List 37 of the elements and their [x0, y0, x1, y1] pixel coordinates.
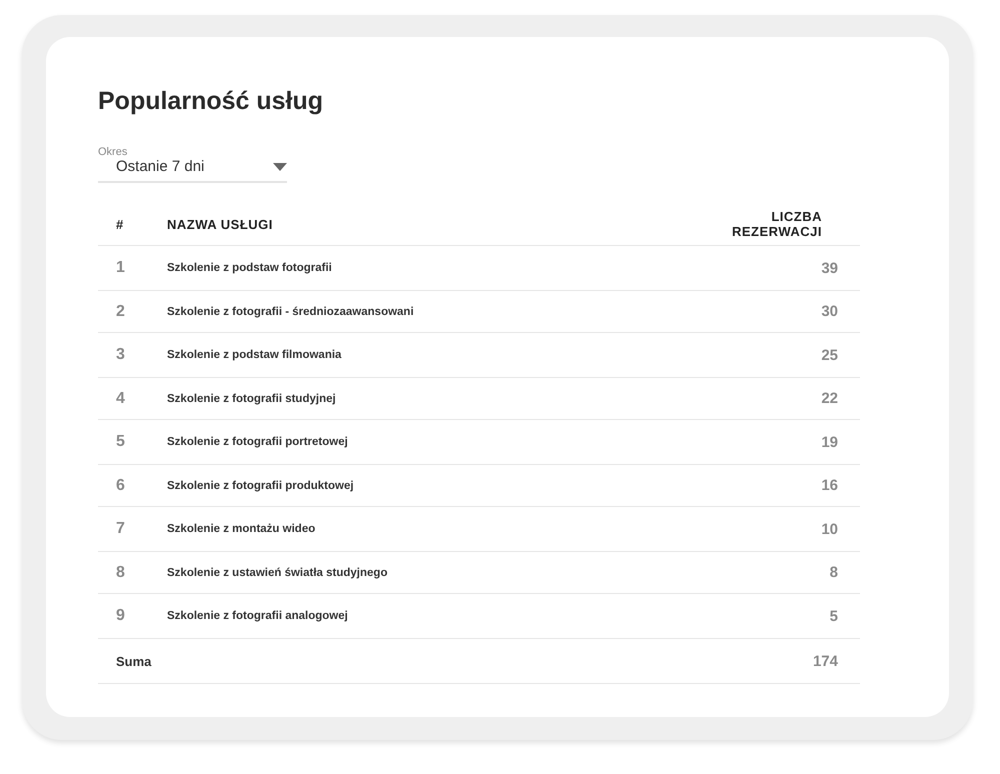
service-name-cell-text: Szkolenie z podstaw filmowania [167, 349, 342, 361]
service-name-cell-text: Szkolenie z ustawień światła studyjnego [167, 566, 388, 578]
select-label: Okres [98, 146, 128, 158]
rank-cell-text: 4 [115, 390, 126, 408]
count-cell-text: 30 [820, 303, 839, 320]
rank-cell-text: 7 [115, 520, 126, 538]
service-name-cell-text: Szkolenie z montażu wideo [167, 523, 316, 535]
dropdown-caret-icon [273, 162, 287, 170]
rank-cell-text: 6 [115, 476, 126, 494]
service-name-cell-text: Szkolenie z fotografii portretowej [167, 436, 349, 448]
service-name-cell-text: Szkolenie z podstaw fotografii [167, 262, 333, 274]
count-cell-text: 25 [820, 346, 839, 364]
count-cell-text: 39 [820, 260, 839, 276]
period-select[interactable]: Okres Ostanie 7 dni [98, 146, 287, 183]
rank-cell-text: 5 [115, 433, 126, 451]
service-name-cell-text: Szkolenie z fotografii produktowej [167, 480, 355, 492]
column-header: LICZBA REZERWACJI [731, 209, 823, 239]
column-header: # [115, 216, 125, 232]
count-cell-text: 19 [820, 434, 839, 450]
select-value: Ostanie 7 dni [116, 158, 204, 175]
count-cell-text: 22 [820, 390, 839, 407]
rank-cell-text: 8 [115, 564, 126, 582]
total-label: Suma [115, 654, 152, 668]
rank-cell-text: 9 [115, 607, 126, 625]
rank-cell-text: 2 [115, 302, 126, 320]
total-count: 174 [812, 652, 839, 670]
service-name-cell-text: Szkolenie z fotografii - średniozaawansowani [167, 306, 415, 318]
count-cell-text: 10 [820, 520, 839, 538]
count-cell-text: 8 [828, 564, 839, 581]
column-header: NAZWA USŁUGI [167, 216, 274, 232]
rank-cell-text: 1 [115, 259, 126, 277]
service-name-cell-text: Szkolenie z fotografii analogowej [167, 610, 349, 622]
service-name-cell-text: Szkolenie z fotografii studyjnej [167, 392, 337, 404]
count-cell-text: 16 [820, 477, 839, 494]
rank-cell-text: 3 [115, 346, 126, 364]
count-cell-text: 5 [828, 608, 839, 624]
page-title: Popularność usług [98, 87, 324, 116]
